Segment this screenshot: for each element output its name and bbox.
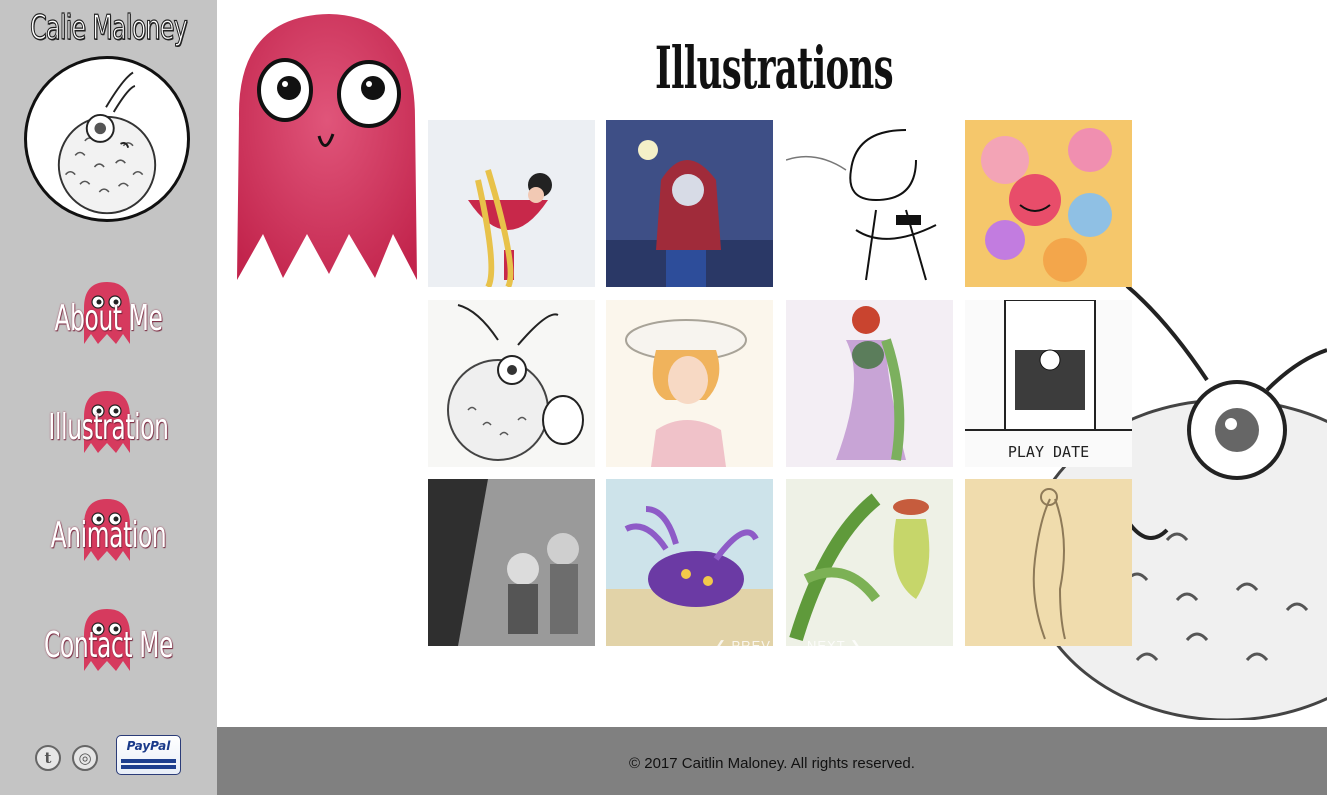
nav-label[interactable]: Contact Me <box>30 625 186 666</box>
gallery-tile[interactable] <box>965 120 1132 287</box>
chevron-left-icon: ❮ <box>715 638 732 653</box>
illustration-thumbnail <box>786 120 953 287</box>
tile-caption: PLAY DATE <box>1007 443 1090 461</box>
illustration-thumbnail <box>965 300 1132 467</box>
illustration-thumbnail <box>606 479 773 646</box>
instagram-icon[interactable]: ◎ <box>72 745 98 771</box>
nav-item-animation[interactable]: Animation <box>0 495 217 591</box>
site-title[interactable]: Calie Maloney <box>24 7 193 48</box>
prev-label: PREV <box>731 638 771 653</box>
nav-item-about-me[interactable]: About Me <box>0 278 217 374</box>
gallery-tile[interactable] <box>428 300 595 467</box>
main-content: Illustrations PLAY DATE ❮ PREV NEXT ❯ <box>217 0 1327 727</box>
gallery-tile[interactable] <box>606 120 773 287</box>
page-title: Illustrations <box>655 34 894 102</box>
gallery-tile[interactable] <box>428 479 595 646</box>
card-stripes-icon <box>121 759 176 769</box>
nav-item-illustration[interactable]: Illustration <box>0 387 217 483</box>
illustration-thumbnail <box>606 300 773 467</box>
avatar[interactable] <box>24 56 190 222</box>
copyright-text: © 2017 Caitlin Maloney. All rights reser… <box>629 755 915 772</box>
next-button[interactable]: NEXT ❯ <box>807 638 862 654</box>
illustration-thumbnail <box>428 300 595 467</box>
paypal-label: PayPal <box>126 739 171 753</box>
illustration-thumbnail <box>786 479 953 646</box>
gallery-tile[interactable] <box>786 479 953 646</box>
nav-label[interactable]: Illustration <box>30 407 186 448</box>
footer: © 2017 Caitlin Maloney. All rights reser… <box>217 727 1327 795</box>
illustration-thumbnail <box>786 300 953 467</box>
chevron-right-icon: ❯ <box>845 638 862 653</box>
nav-item-contact-me[interactable]: Contact Me <box>0 605 217 701</box>
gallery-tile[interactable] <box>786 120 953 287</box>
illustration-thumbnail <box>606 120 773 287</box>
gallery-tile[interactable]: PLAY DATE <box>965 300 1132 467</box>
nav-label[interactable]: Animation <box>30 515 186 556</box>
illustration-thumbnail <box>428 479 595 646</box>
moth-creature-icon <box>57 71 157 215</box>
paypal-button[interactable]: PayPal <box>116 735 181 775</box>
gallery-tile[interactable] <box>965 479 1132 646</box>
illustration-thumbnail <box>965 479 1132 646</box>
ghost-icon <box>237 14 417 280</box>
illustration-thumbnail <box>965 120 1132 287</box>
prev-button[interactable]: ❮ PREV <box>715 638 771 654</box>
gallery-tile[interactable] <box>606 300 773 467</box>
gallery-tile[interactable] <box>606 479 773 646</box>
sidebar: Calie Maloney About Me Illustration Anim… <box>0 0 217 795</box>
nav-label[interactable]: About Me <box>30 298 186 339</box>
illustration-thumbnail <box>428 120 595 287</box>
gallery-tile[interactable] <box>428 120 595 287</box>
gallery-tile[interactable] <box>786 300 953 467</box>
tumblr-icon[interactable]: t <box>35 745 61 771</box>
next-label: NEXT <box>807 638 846 653</box>
